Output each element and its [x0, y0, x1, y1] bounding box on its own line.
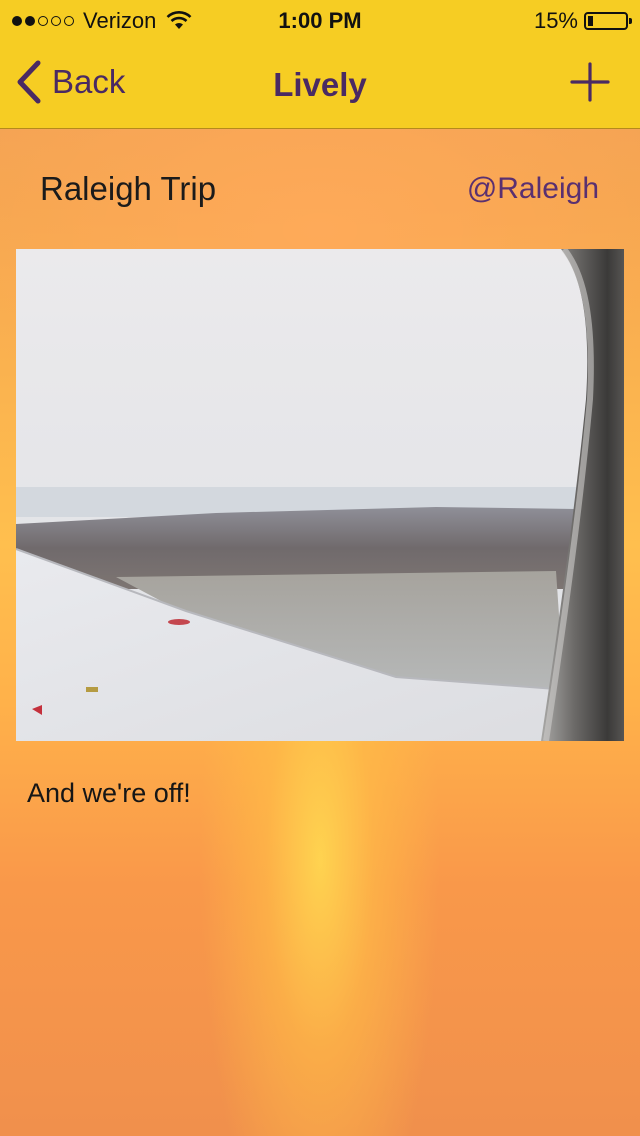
location-handle[interactable]: @Raleigh [467, 172, 599, 206]
status-bar: Verizon 1:00 PM 15% [0, 0, 640, 40]
page-title: Lively [273, 66, 367, 103]
trip-title: Raleigh Trip [40, 170, 217, 207]
airplane-window-photo [16, 249, 624, 741]
battery-percent: 15% [533, 8, 578, 33]
post-caption: And we're off! [27, 778, 191, 808]
post-photo [16, 249, 624, 741]
plus-icon[interactable] [570, 62, 610, 102]
battery-status: 15% [533, 8, 632, 34]
navigation-bar: Back Lively [0, 40, 640, 129]
battery-icon [584, 12, 632, 30]
